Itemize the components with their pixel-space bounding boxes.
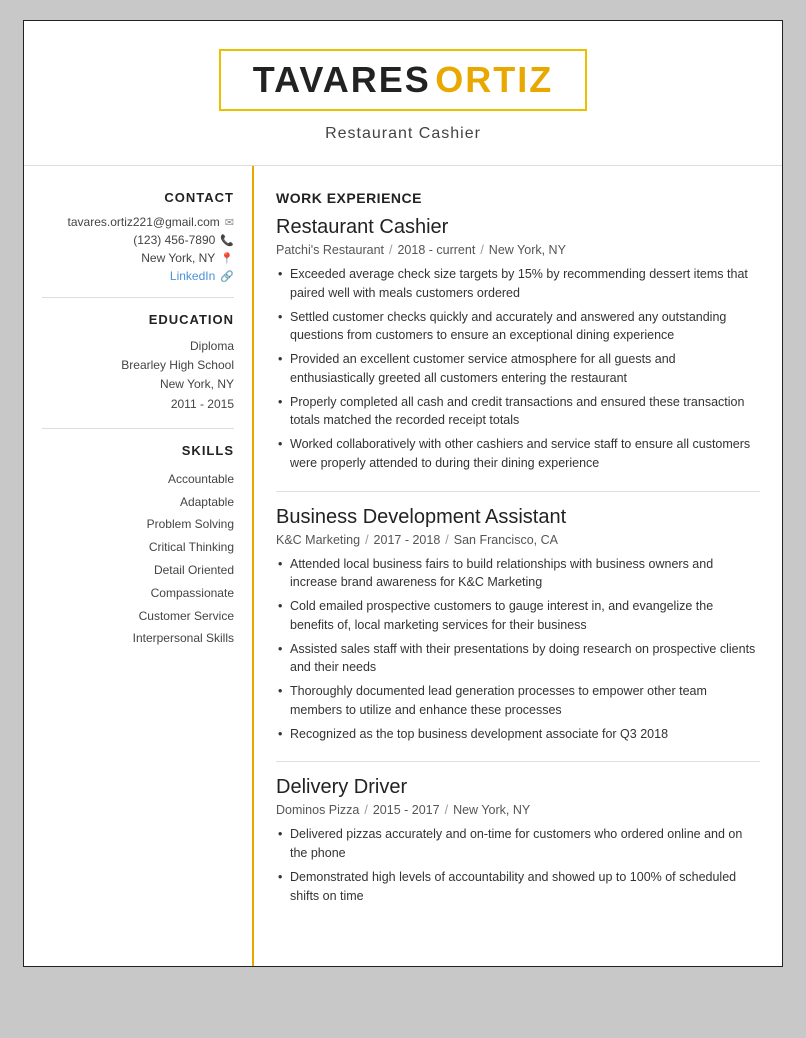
location-item: New York, NY 📍 — [42, 251, 234, 265]
bullet-item: Delivered pizzas accurately and on-time … — [276, 825, 760, 863]
skills-section-title: SKILLS — [42, 443, 234, 458]
job-location: New York, NY — [489, 243, 566, 257]
email-item: tavares.ortiz221@gmail.com ✉ — [42, 215, 234, 229]
bullet-item: Provided an excellent customer service a… — [276, 350, 760, 388]
bullet-item: Recognized as the top business developme… — [276, 725, 760, 744]
bullet-item: Settled customer checks quickly and accu… — [276, 308, 760, 346]
bullet-list: Delivered pizzas accurately and on-time … — [276, 825, 760, 905]
first-name: TAVARES — [253, 59, 431, 100]
skills-list: AccountableAdaptableProblem SolvingCriti… — [42, 468, 234, 650]
phone-icon: 📞 — [220, 234, 234, 247]
location-icon: 📍 — [220, 252, 234, 265]
edu-school: Brearley High School — [42, 356, 234, 375]
skill-item: Problem Solving — [42, 513, 234, 536]
bullet-item: Properly completed all cash and credit t… — [276, 393, 760, 431]
contact-section-title: CONTACT — [42, 190, 234, 205]
job-block: Delivery Driver Dominos Pizza / 2015 - 20… — [276, 776, 760, 905]
resume-container: TAVARES ORTIZ Restaurant Cashier CONTACT… — [23, 20, 783, 967]
body-section: CONTACT tavares.ortiz221@gmail.com ✉ (12… — [24, 166, 782, 966]
edu-years: 2011 - 2015 — [42, 395, 234, 414]
job-location: San Francisco, CA — [454, 533, 558, 547]
email-icon: ✉ — [225, 216, 234, 229]
job-title-text: Business Development Assistant — [276, 506, 760, 529]
bullet-item: Attended local business fairs to build r… — [276, 555, 760, 593]
left-column: CONTACT tavares.ortiz221@gmail.com ✉ (12… — [24, 166, 254, 966]
job-title-header: Restaurant Cashier — [44, 125, 762, 143]
job-years: 2015 - 2017 — [373, 803, 440, 817]
job-years: 2018 - current — [397, 243, 475, 257]
job-company: Patchi's Restaurant — [276, 243, 384, 257]
skill-item: Detail Oriented — [42, 559, 234, 582]
job-title-text: Restaurant Cashier — [276, 216, 760, 239]
edu-location: New York, NY — [42, 375, 234, 394]
bullet-item: Demonstrated high levels of accountabili… — [276, 868, 760, 906]
skill-item: Interpersonal Skills — [42, 627, 234, 650]
bullet-item: Thoroughly documented lead generation pr… — [276, 682, 760, 720]
education-block: Diploma Brearley High School New York, N… — [42, 337, 234, 414]
job-company: Dominos Pizza — [276, 803, 359, 817]
linkedin-icon: 🔗 — [220, 270, 234, 283]
skill-item: Customer Service — [42, 605, 234, 628]
right-column: WORK EXPERIENCE Restaurant Cashier Patchi… — [254, 166, 782, 966]
bullet-item: Worked collaboratively with other cashie… — [276, 435, 760, 473]
job-meta: Patchi's Restaurant / 2018 - current / N… — [276, 243, 760, 257]
work-experience-title: WORK EXPERIENCE — [276, 190, 760, 206]
job-block: Business Development Assistant K&C Market… — [276, 506, 760, 744]
job-years: 2017 - 2018 — [374, 533, 441, 547]
job-block: Restaurant Cashier Patchi's Restaurant / … — [276, 216, 760, 473]
email-text: tavares.ortiz221@gmail.com — [68, 215, 220, 229]
job-meta: K&C Marketing / 2017 - 2018 / San Franci… — [276, 533, 760, 547]
phone-text: (123) 456-7890 — [133, 233, 215, 247]
edu-degree: Diploma — [42, 337, 234, 356]
phone-item: (123) 456-7890 📞 — [42, 233, 234, 247]
bullet-item: Exceeded average check size targets by 1… — [276, 265, 760, 303]
name-box: TAVARES ORTIZ — [219, 49, 587, 111]
bullet-list: Attended local business fairs to build r… — [276, 555, 760, 744]
skill-item: Adaptable — [42, 491, 234, 514]
job-title-text: Delivery Driver — [276, 776, 760, 799]
job-location: New York, NY — [453, 803, 530, 817]
skill-item: Accountable — [42, 468, 234, 491]
jobs-container: Restaurant Cashier Patchi's Restaurant / … — [276, 216, 760, 905]
skill-item: Critical Thinking — [42, 536, 234, 559]
education-section-title: EDUCATION — [42, 312, 234, 327]
linkedin-link[interactable]: LinkedIn — [170, 269, 215, 283]
last-name: ORTIZ — [435, 59, 553, 100]
skill-item: Compassionate — [42, 582, 234, 605]
linkedin-item[interactable]: LinkedIn 🔗 — [42, 269, 234, 283]
header-section: TAVARES ORTIZ Restaurant Cashier — [24, 21, 782, 165]
job-company: K&C Marketing — [276, 533, 360, 547]
bullet-item: Assisted sales staff with their presenta… — [276, 640, 760, 678]
bullet-list: Exceeded average check size targets by 1… — [276, 265, 760, 473]
job-meta: Dominos Pizza / 2015 - 2017 / New York, … — [276, 803, 760, 817]
location-text: New York, NY — [141, 251, 215, 265]
bullet-item: Cold emailed prospective customers to ga… — [276, 597, 760, 635]
